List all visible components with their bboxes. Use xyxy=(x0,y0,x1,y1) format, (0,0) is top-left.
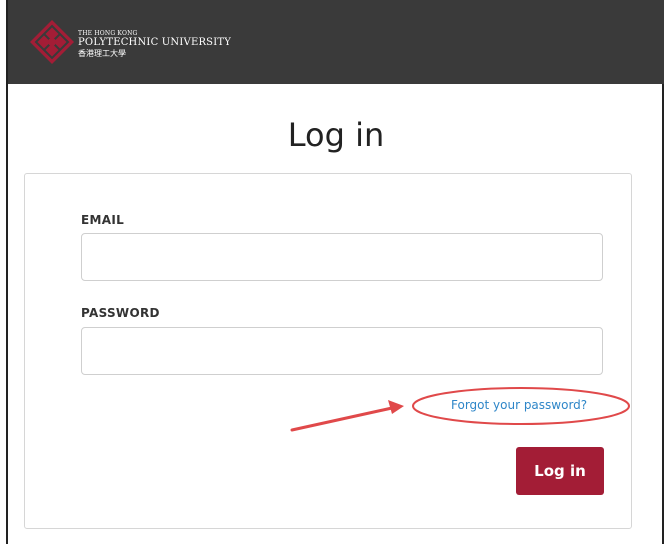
forgot-password-link[interactable]: Forgot your password? xyxy=(451,398,587,412)
red-arrow-icon xyxy=(290,400,404,432)
login-button[interactable]: Log in xyxy=(516,447,604,495)
